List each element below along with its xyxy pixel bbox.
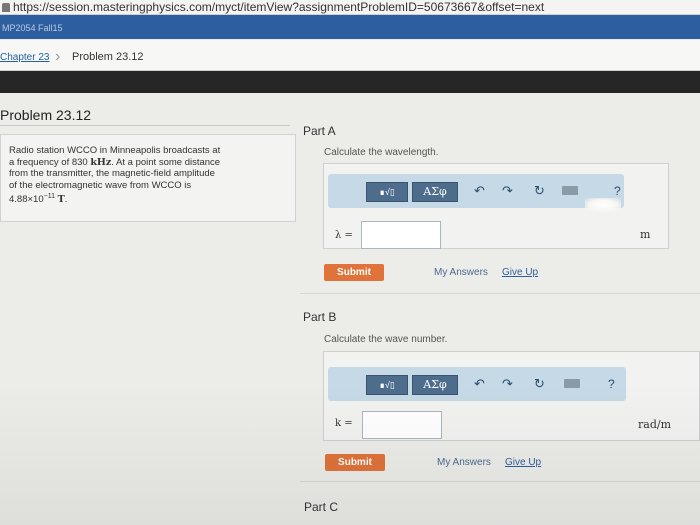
templates-button[interactable]: ∎√▯	[366, 375, 408, 395]
part-b-math-toolbar: ∎√▯ ΑΣφ ↶ ↷ ↻ ?	[328, 367, 626, 401]
part-b-header[interactable]: Part B	[303, 310, 336, 324]
url-text[interactable]: https://session.masteringphysics.com/myc…	[13, 0, 544, 14]
redo-icon[interactable]: ↷	[502, 377, 513, 391]
part-b-variable: k =	[335, 418, 353, 429]
part-c-header[interactable]: Part C	[304, 500, 338, 514]
part-a-instruction: Calculate the wavelength.	[324, 147, 439, 158]
reset-icon[interactable]: ↻	[534, 377, 545, 391]
part-a-give-up-link[interactable]: Give Up	[502, 267, 538, 278]
part-divider	[300, 293, 700, 294]
part-b-instruction: Calculate the wave number.	[324, 334, 448, 345]
help-icon[interactable]: ?	[608, 377, 615, 391]
reset-icon[interactable]: ↻	[534, 184, 545, 198]
problem-statement: Radio station WCCO in Minneapolis broadc…	[0, 134, 296, 222]
amplitude-unit: T	[57, 194, 65, 206]
title-divider	[0, 125, 290, 126]
part-a-unit: m	[640, 228, 651, 241]
statement-line: Radio station WCCO in Minneapolis broadc…	[9, 145, 221, 156]
part-b-give-up-link[interactable]: Give Up	[505, 457, 541, 468]
course-header: MP2054 Fall15	[0, 15, 700, 39]
symbols-button[interactable]: ΑΣφ	[412, 375, 458, 395]
course-name[interactable]: MP2054 Fall15	[2, 23, 63, 33]
keyboard-icon[interactable]	[564, 379, 580, 388]
breadcrumb-chapter-link[interactable]: Chapter 23	[0, 52, 49, 63]
problem-main: Problem 23.12 Radio station WCCO in Minn…	[0, 93, 700, 525]
part-divider	[300, 481, 700, 482]
templates-button[interactable]: ∎√▯	[366, 182, 408, 202]
screen-glare	[585, 198, 621, 212]
help-icon[interactable]: ?	[614, 184, 621, 198]
statement-line: a frequency of 830	[9, 156, 91, 168]
statement-line: . At a point some distance	[111, 156, 221, 168]
amplitude-exponent: −11	[43, 193, 55, 200]
browser-url-bar[interactable]: https://session.masteringphysics.com/myc…	[0, 0, 700, 15]
chevron-right-icon: ›	[55, 48, 61, 65]
statement-line: of the electromagnetic wave from WCCO is	[9, 179, 192, 191]
symbols-button[interactable]: ΑΣφ	[412, 182, 458, 202]
statement-end: .	[64, 194, 68, 206]
part-b-submit-button[interactable]: Submit	[325, 454, 385, 471]
undo-icon[interactable]: ↶	[474, 184, 485, 198]
breadcrumb-current: Problem 23.12	[72, 51, 144, 63]
statement-line: from the transmitter, the magnetic-field…	[9, 168, 215, 179]
redo-icon[interactable]: ↷	[502, 184, 513, 198]
part-a-header[interactable]: Part A	[303, 124, 336, 138]
undo-icon[interactable]: ↶	[474, 377, 485, 391]
amplitude-value: 4.88×10	[9, 194, 44, 206]
lock-icon	[2, 3, 10, 12]
frequency-unit: kHz	[90, 156, 112, 168]
part-b-my-answers-link[interactable]: My Answers	[437, 457, 491, 468]
part-b-unit: rad/m	[638, 418, 671, 431]
part-a-submit-button[interactable]: Submit	[324, 264, 384, 281]
part-a-math-toolbar: ∎√▯ ΑΣφ ↶ ↷ ↻ ?	[328, 174, 624, 208]
page-title: Problem 23.12	[0, 107, 92, 123]
part-a-my-answers-link[interactable]: My Answers	[434, 267, 488, 278]
keyboard-icon[interactable]	[562, 186, 578, 195]
part-a-variable: λ =	[335, 230, 353, 241]
part-a-answer-input[interactable]	[361, 221, 441, 249]
part-b-answer-input[interactable]	[362, 411, 442, 439]
header-divider-band	[0, 71, 700, 93]
breadcrumb: Chapter 23 › Problem 23.12	[0, 40, 700, 71]
